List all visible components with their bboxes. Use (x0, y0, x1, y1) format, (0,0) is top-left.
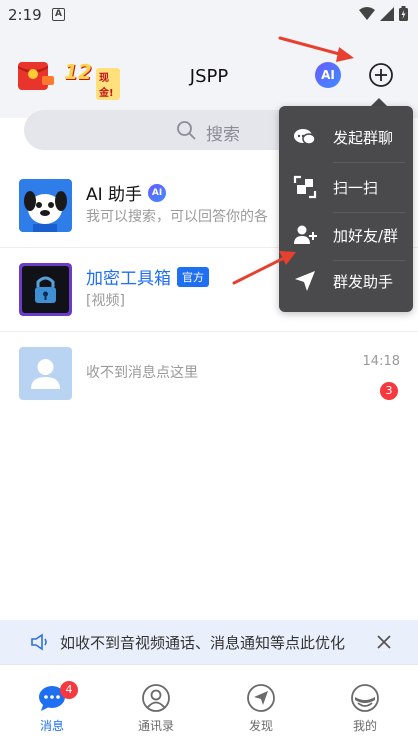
group-chat-icon (294, 129, 316, 145)
status-bar: 2:19 A (0, 0, 418, 30)
header: 12 现金! JSPP AI (0, 30, 418, 118)
chat-title: AI 助手 (86, 185, 143, 205)
tab-label: 消息 (39, 719, 64, 733)
ai-assistant-button[interactable]: AI (315, 62, 341, 88)
chat-name: 加密工具箱 官方 (86, 264, 209, 289)
add-friend-icon (294, 225, 317, 244)
menu-label: 群发助手 (333, 273, 394, 291)
avatar (19, 347, 72, 400)
tab-profile[interactable]: 我的 (313, 665, 417, 744)
popup-menu: 发起群聊 扫一扫 加好友/群 群发助手 (279, 106, 413, 312)
wifi-icon (359, 6, 375, 20)
discover-icon (247, 684, 275, 712)
search-icon (177, 121, 196, 140)
ai-tag: AI (148, 183, 167, 202)
menu-label: 加好友/群 (333, 227, 399, 245)
status-indicators (359, 6, 408, 21)
notice-text: 如收不到音视频通话、消息通知等点此优化 (60, 634, 346, 652)
avatar (19, 263, 72, 316)
avatar (19, 179, 72, 232)
tab-messages[interactable]: 4 消息 (0, 665, 104, 744)
official-tag: 官方 (177, 266, 209, 287)
lock-icon (19, 263, 72, 316)
app-notification-icon: A (52, 8, 65, 21)
battery-icon (399, 6, 408, 21)
tab-badge: 4 (60, 681, 78, 699)
tab-label: 发现 (248, 719, 273, 733)
tab-contacts[interactable]: 通讯录 (104, 665, 208, 744)
chat-item-help[interactable]: 收不到消息点这里 14:18 3 (0, 332, 418, 416)
menu-label: 发起群聊 (333, 129, 394, 147)
close-icon[interactable] (374, 632, 394, 652)
menu-label: 扫一扫 (333, 179, 379, 197)
add-circle-button[interactable] (368, 62, 394, 88)
menu-item-broadcast[interactable]: 群发助手 (279, 256, 413, 306)
notification-tip-banner[interactable]: 如收不到音视频通话、消息通知等点此优化 (0, 620, 418, 664)
menu-item-scan[interactable]: 扫一扫 (279, 162, 413, 212)
profile-icon (351, 684, 379, 712)
contacts-icon (142, 684, 170, 712)
unread-badge: 3 (380, 382, 398, 400)
chat-preview: 收不到消息点这里 (86, 365, 198, 381)
menu-item-add-friend[interactable]: 加好友/群 (279, 210, 413, 260)
scan-icon (293, 175, 317, 199)
bottom-tab-bar: 4 消息 通讯录 发现 我的 (0, 664, 418, 744)
default-user-icon (19, 347, 72, 400)
search-placeholder: 搜索 (206, 125, 240, 145)
popup-arrow (371, 98, 387, 106)
signal-icon (380, 6, 394, 21)
page-title: JSPP (189, 66, 229, 87)
send-icon (295, 271, 315, 291)
menu-item-group-chat[interactable]: 发起群聊 (279, 112, 413, 162)
status-time: 2:19 (8, 6, 42, 24)
chat-title: 加密工具箱 (86, 269, 171, 289)
tab-label: 通讯录 (137, 719, 174, 733)
tab-label: 我的 (352, 719, 377, 733)
chat-time: 14:18 (362, 354, 400, 369)
speaker-icon (31, 633, 47, 651)
tab-discover[interactable]: 发现 (209, 665, 313, 744)
dog-mascot-icon (19, 179, 72, 232)
chat-name: AI 助手 AI (86, 180, 167, 205)
